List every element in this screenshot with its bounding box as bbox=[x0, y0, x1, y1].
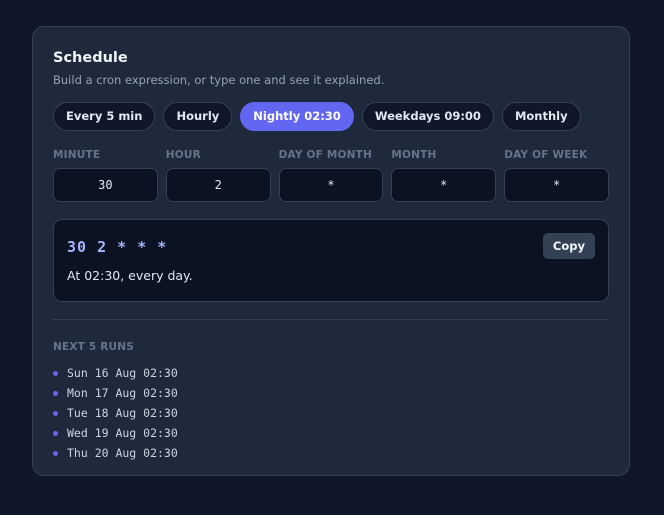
bullet-dot-icon bbox=[53, 450, 58, 456]
cron-expression: 30 2 * * * bbox=[67, 238, 168, 256]
run-item: Thu 20 Aug 02:30 bbox=[53, 443, 609, 463]
month-field-group: MONTH bbox=[391, 149, 497, 202]
run-item: Wed 19 Aug 02:30 bbox=[53, 423, 609, 443]
run-datetime: Thu 20 Aug 02:30 bbox=[67, 446, 178, 460]
run-datetime: Tue 18 Aug 02:30 bbox=[67, 406, 178, 420]
month-label: MONTH bbox=[391, 149, 437, 161]
next-runs-list: Sun 16 Aug 02:30 Mon 17 Aug 02:30 Tue 18… bbox=[53, 363, 609, 463]
expression-panel: 30 2 * * * At 02:30, every day. Copy bbox=[53, 219, 609, 302]
card-title: Schedule bbox=[53, 50, 128, 66]
cron-fields: MINUTE HOUR DAY OF MONTH MONTH DAY OF WE… bbox=[53, 149, 609, 202]
day-of-month-label: DAY OF MONTH bbox=[278, 149, 372, 161]
cron-explanation: At 02:30, every day. bbox=[67, 268, 193, 283]
day-of-month-input[interactable] bbox=[278, 168, 384, 202]
copy-button[interactable]: Copy bbox=[542, 233, 595, 259]
minute-field-group: MINUTE bbox=[53, 149, 158, 202]
bullet-dot-icon bbox=[53, 410, 58, 416]
bullet-dot-icon bbox=[53, 390, 58, 396]
preset-chips: Every 5 min Hourly Nightly 02:30 Weekday… bbox=[53, 102, 609, 131]
preset-every-5-min[interactable]: Every 5 min bbox=[53, 102, 156, 131]
day-of-month-field-group: DAY OF MONTH bbox=[278, 149, 384, 202]
run-item: Sun 16 Aug 02:30 bbox=[53, 363, 609, 383]
hour-label: HOUR bbox=[165, 149, 201, 161]
next-runs-label: NEXT 5 RUNS bbox=[53, 341, 134, 353]
month-input[interactable] bbox=[391, 168, 497, 202]
run-datetime: Mon 17 Aug 02:30 bbox=[67, 386, 178, 400]
day-of-week-field-group: DAY OF WEEK bbox=[504, 149, 609, 202]
bullet-dot-icon bbox=[53, 430, 58, 436]
divider bbox=[53, 319, 609, 320]
hour-input[interactable] bbox=[165, 168, 271, 202]
run-datetime: Sun 16 Aug 02:30 bbox=[67, 366, 178, 380]
preset-nightly[interactable]: Nightly 02:30 bbox=[240, 102, 354, 131]
minute-input[interactable] bbox=[53, 168, 158, 202]
run-item: Mon 17 Aug 02:30 bbox=[53, 383, 609, 403]
schedule-card: Schedule Build a cron expression, or typ… bbox=[32, 26, 630, 476]
day-of-week-input[interactable] bbox=[504, 168, 609, 202]
run-datetime: Wed 19 Aug 02:30 bbox=[67, 426, 178, 440]
bullet-dot-icon bbox=[53, 370, 58, 376]
preset-hourly[interactable]: Hourly bbox=[163, 102, 233, 131]
card-subtitle: Build a cron expression, or type one and… bbox=[53, 73, 385, 87]
minute-label: MINUTE bbox=[53, 149, 101, 161]
hour-field-group: HOUR bbox=[165, 149, 271, 202]
run-item: Tue 18 Aug 02:30 bbox=[53, 403, 609, 423]
preset-monthly[interactable]: Monthly bbox=[501, 102, 581, 131]
preset-weekdays[interactable]: Weekdays 09:00 bbox=[361, 102, 494, 131]
day-of-week-label: DAY OF WEEK bbox=[504, 149, 588, 161]
